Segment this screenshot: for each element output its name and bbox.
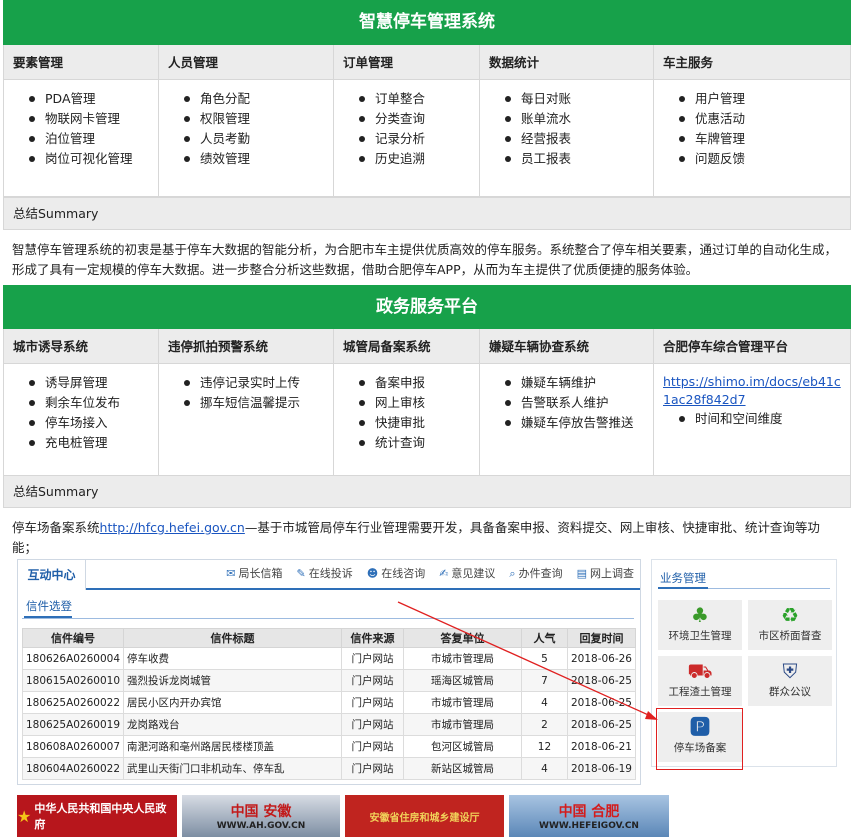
logo-anhui-construction[interactable]: 安徽省住房和城乡建设厅: [345, 795, 504, 837]
logo-central-gov[interactable]: ★ 中华人民共和国中央人民政府: [17, 795, 177, 837]
logo-anhui[interactable]: 中国 安徽 WWW.AH.GOV.CN: [182, 795, 340, 837]
red-arrow: [397, 601, 658, 720]
logo-strip: ★ 中华人民共和国中央人民政府 中国 安徽 WWW.AH.GOV.CN 安徽省住房和…: [17, 795, 669, 837]
emblem-icon: ★: [17, 806, 32, 826]
logo-hefei[interactable]: 中国 合肥 WWW.HEFEIGOV.CN: [509, 795, 669, 837]
